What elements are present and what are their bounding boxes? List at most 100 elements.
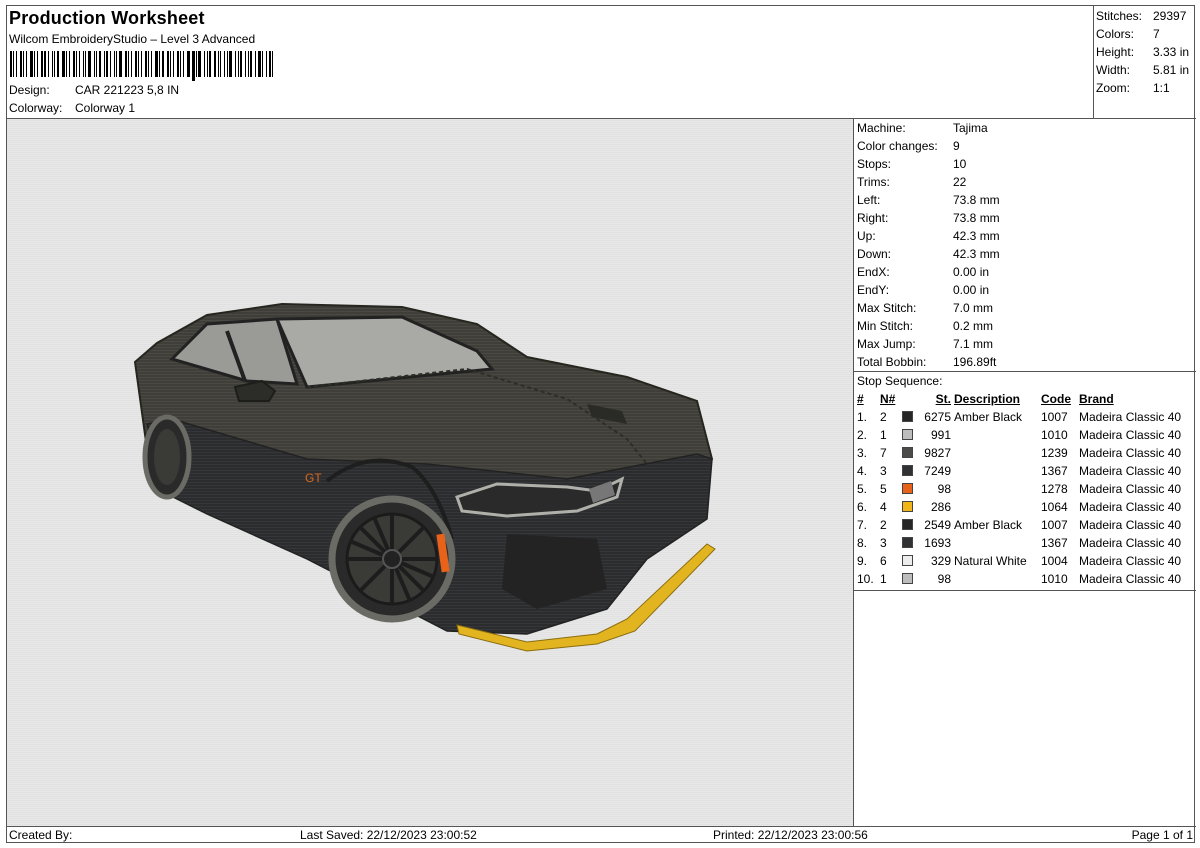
summary-row: Colors: 7 [1096, 26, 1196, 44]
design-label: Design: [9, 83, 50, 97]
summary-label: Colors: [1096, 27, 1135, 41]
machine-value: 10 [953, 157, 967, 171]
summary-row: Stitches: 29397 [1096, 8, 1196, 26]
thread-description: Natural White [954, 554, 1027, 568]
summary-row: Height: 3.33 in [1096, 44, 1196, 62]
summary-row: Width: 5.81 in [1096, 62, 1196, 80]
thread-brand: Madeira Classic 40 [1079, 500, 1182, 514]
header-description: Description [954, 392, 1021, 406]
needle-number: 1 [880, 572, 887, 586]
colorway-label: Colorway: [9, 101, 63, 115]
car-embroidery-image: GT [133, 302, 716, 652]
swatch-icon [902, 411, 913, 423]
thread-code: 1239 [1041, 446, 1068, 460]
machine-label: Color changes: [857, 139, 938, 153]
machine-label: Total Bobbin: [857, 355, 927, 369]
stitch-count: 991 [930, 428, 951, 442]
machine-label: Machine: [857, 121, 906, 135]
row-number: 2. [857, 428, 868, 442]
summary-value: 5.81 in [1153, 63, 1190, 77]
swatch-icon [902, 555, 913, 567]
stitch-count: 2549 [924, 518, 951, 532]
thread-brand: Madeira Classic 40 [1079, 482, 1182, 496]
machine-value: 0.00 in [953, 265, 990, 279]
swatch-icon [902, 429, 913, 441]
color-swatch [902, 480, 916, 498]
row-number: 8. [857, 536, 868, 550]
swatch-icon [902, 537, 913, 549]
thread-brand: Madeira Classic 40 [1079, 428, 1182, 442]
stop-sequence: Stop Sequence: # N# St. Description Code… [854, 371, 1196, 588]
barcode-image [10, 51, 276, 81]
header-code: Code [1041, 392, 1071, 406]
table-header-row: # N# St. Description Code Brand [857, 390, 1194, 408]
table-row: 10. 1 98 1010 Madeira Classic 40 [857, 570, 1194, 588]
thread-description: Amber Black [954, 410, 1023, 424]
machine-value: 22 [953, 175, 967, 189]
summary-label: Height: [1096, 45, 1135, 59]
machine-label: Left: [857, 193, 881, 207]
details-panel: Machine: Tajima Color changes: 9 Stops: 10 … [854, 119, 1196, 826]
needle-number: 1 [880, 428, 887, 442]
header-swatch [902, 390, 916, 408]
thread-code: 1004 [1041, 554, 1068, 568]
thread-brand: Madeira Classic 40 [1079, 572, 1182, 586]
table-row: 1. 2 6275 Amber Black 1007 Madeira Classic 40 [857, 408, 1194, 426]
swatch-icon [902, 573, 913, 585]
table-row: 2. 1 991 1010 Madeira Classic 40 [857, 426, 1194, 444]
machine-label: Up: [857, 229, 876, 243]
printed-date: Printed: 22/12/2023 23:00:56 [713, 828, 868, 842]
row-number: 9. [857, 554, 868, 568]
design-preview: GT [7, 119, 854, 826]
thread-brand: Madeira Classic 40 [1079, 554, 1182, 568]
summary-label: Stitches: [1096, 9, 1143, 23]
needle-number: 4 [880, 500, 887, 514]
machine-label: Min Stitch: [857, 319, 914, 333]
machine-label: EndX: [857, 265, 890, 279]
machine-label: Right: [857, 211, 889, 225]
machine-row: EndY: 0.00 in [854, 281, 1196, 299]
needle-number: 7 [880, 446, 887, 460]
software-name: Wilcom EmbroideryStudio – Level 3 Advanc… [9, 32, 256, 46]
stitch-count: 98 [937, 572, 951, 586]
machine-label: Down: [857, 247, 892, 261]
machine-row: Machine: Tajima [854, 119, 1196, 137]
thread-brand: Madeira Classic 40 [1079, 410, 1182, 424]
page-number: Page 1 of 1 [1131, 828, 1193, 842]
color-swatch [902, 444, 916, 462]
thread-description [954, 462, 1041, 480]
thread-code: 1064 [1041, 500, 1068, 514]
stitch-count: 329 [930, 554, 951, 568]
machine-row: Min Stitch: 0.2 mm [854, 317, 1196, 335]
thread-brand: Madeira Classic 40 [1079, 536, 1182, 550]
last-saved: Last Saved: 22/12/2023 23:00:52 [300, 828, 477, 842]
swatch-icon [902, 483, 913, 495]
thread-brand: Madeira Classic 40 [1079, 446, 1182, 460]
machine-info: Machine: Tajima Color changes: 9 Stops: 10 … [854, 119, 1196, 371]
machine-row: Right: 73.8 mm [854, 209, 1196, 227]
color-swatch [902, 516, 916, 534]
thread-brand: Madeira Classic 40 [1079, 464, 1182, 478]
machine-value: 0.00 in [953, 283, 990, 297]
needle-number: 6 [880, 554, 887, 568]
header-needle: N# [880, 392, 896, 406]
machine-row: Color changes: 9 [854, 137, 1196, 155]
thread-description: Amber Black [954, 518, 1023, 532]
machine-row: Max Stitch: 7.0 mm [854, 299, 1196, 317]
section-divider [854, 590, 1196, 591]
needle-number: 2 [880, 518, 887, 532]
summary-row: Zoom: 1:1 [1096, 80, 1196, 98]
swatch-icon [902, 519, 913, 531]
stitch-count: 6275 [924, 410, 951, 424]
stitch-count: 9827 [924, 446, 951, 460]
worksheet-footer: Created By: Last Saved: 22/12/2023 23:00… [7, 826, 1196, 843]
machine-row: Up: 42.3 mm [854, 227, 1196, 245]
summary-stats: Stitches: 29397 Colors: 7 Height: 3.33 in W… [1094, 6, 1196, 119]
table-row: 4. 3 7249 1367 Madeira Classic 40 [857, 462, 1194, 480]
machine-value: 0.2 mm [953, 319, 994, 333]
machine-row: Stops: 10 [854, 155, 1196, 173]
color-swatch [902, 498, 916, 516]
color-swatch [902, 462, 916, 480]
machine-value: 7.1 mm [953, 337, 994, 351]
table-row: 7. 2 2549 Amber Black 1007 Madeira Classic 40 [857, 516, 1194, 534]
